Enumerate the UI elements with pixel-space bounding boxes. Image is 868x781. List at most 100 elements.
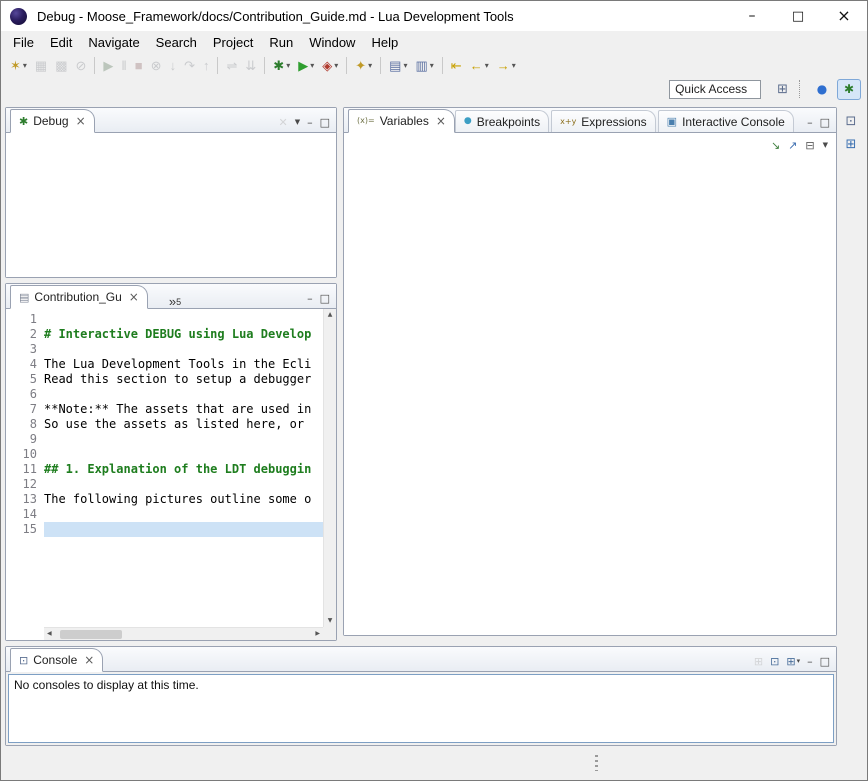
toolbar-separator bbox=[380, 57, 381, 74]
open-console-icon: ⊞ bbox=[786, 656, 795, 667]
dropdown-arrow-icon: ▾ bbox=[403, 61, 407, 70]
new-lua-snippet-button[interactable]: ▥▾ bbox=[411, 54, 437, 76]
run-button[interactable]: ▶▾ bbox=[294, 54, 318, 76]
console-content[interactable]: No consoles to display at this time. bbox=[8, 674, 834, 743]
tab-expressions[interactable]: x+y Expressions bbox=[551, 110, 656, 132]
show-logical-structures-button[interactable]: ↗ bbox=[788, 140, 797, 151]
tab-variables-label: Variables bbox=[380, 114, 429, 128]
tab-debug[interactable]: ✱ Debug × bbox=[10, 109, 95, 133]
editor-tab-overflow[interactable]: » 5 bbox=[164, 286, 186, 308]
maximize-view-button[interactable]: □ bbox=[320, 293, 330, 304]
right-minimized-strip: ⊡ ⊞ bbox=[836, 103, 866, 744]
save-all-button: ▩ bbox=[51, 54, 71, 76]
close-tab-icon[interactable]: × bbox=[84, 654, 94, 666]
open-wizard-button[interactable]: ✦▾ bbox=[351, 54, 376, 76]
resume-icon: ▶ bbox=[103, 59, 113, 72]
editor-code[interactable]: # Interactive DEBUG using Lua Develop Th… bbox=[44, 309, 323, 627]
variables-view-panel: (x)= Variables × ● Breakpoints x+y Expre… bbox=[343, 107, 837, 636]
debug-perspective-button[interactable]: ✱ bbox=[837, 79, 861, 100]
new-button[interactable]: ✶▾ bbox=[6, 54, 31, 76]
breakpoint-icon: ● bbox=[464, 117, 472, 126]
console-message: No consoles to display at this time. bbox=[9, 675, 833, 695]
variables-tabstrip: (x)= Variables × ● Breakpoints x+y Expre… bbox=[344, 108, 836, 133]
close-tab-icon[interactable]: × bbox=[436, 115, 446, 127]
close-tab-icon[interactable]: × bbox=[76, 115, 86, 127]
file-icon: ▤ bbox=[19, 292, 29, 303]
scroll-down-icon[interactable]: ▼ bbox=[328, 618, 333, 624]
close-tab-icon[interactable]: × bbox=[129, 291, 139, 303]
tab-console[interactable]: ⊡ Console × bbox=[10, 648, 103, 672]
menu-run[interactable]: Run bbox=[261, 33, 301, 52]
minimize-view-button[interactable]: – bbox=[807, 117, 813, 128]
minimize-view-button[interactable]: – bbox=[307, 117, 313, 128]
menu-help[interactable]: Help bbox=[363, 33, 406, 52]
step-over-icon: ↷ bbox=[184, 59, 195, 72]
main-toolbar: ✶▾▦▩⊘▶‖■⊗↓↷↑⇌⇊✱▾▶▾◈▾✦▾▤▾▥▾⇤←▾→▾ bbox=[1, 53, 867, 77]
editor-vertical-scrollbar[interactable]: ▲ ▼ bbox=[323, 309, 336, 627]
maximize-view-button[interactable]: □ bbox=[320, 117, 330, 128]
view-menu-button[interactable]: ▼ bbox=[823, 142, 828, 149]
scrollbar-thumb[interactable] bbox=[60, 630, 122, 639]
step-over-button: ↷ bbox=[180, 54, 199, 76]
quick-access-box[interactable]: Quick Access bbox=[669, 80, 761, 99]
open-console-button[interactable]: ⊞ ▾ bbox=[786, 656, 800, 667]
scroll-left-icon[interactable]: ◀ bbox=[47, 631, 52, 637]
minimize-view-button[interactable]: – bbox=[807, 656, 813, 667]
scroll-up-icon[interactable]: ▲ bbox=[328, 312, 333, 318]
collapse-all-button[interactable]: ⊟ bbox=[805, 140, 814, 151]
dropdown-arrow-icon: ▾ bbox=[368, 61, 372, 70]
forward-button[interactable]: →▾ bbox=[493, 54, 520, 76]
menu-file[interactable]: File bbox=[5, 33, 42, 52]
open-wizard-icon: ✦ bbox=[355, 59, 366, 72]
forward-icon: → bbox=[497, 59, 510, 72]
window-maximize-icon: □ bbox=[792, 10, 804, 23]
view-menu-button[interactable]: ▼ bbox=[295, 119, 300, 126]
window-close-icon: × bbox=[837, 8, 850, 24]
tab-contribution-guide[interactable]: ▤ Contribution_Gu × bbox=[10, 285, 148, 309]
remove-all-terminated-button: ✕ bbox=[278, 117, 287, 128]
editor-horizontal-scrollbar[interactable]: ◀ ▶ bbox=[44, 627, 323, 640]
disconnect-button: ⊗ bbox=[147, 54, 166, 76]
display-selected-console-button[interactable]: ⊡ bbox=[770, 656, 779, 667]
ldt-perspective-button[interactable]: ● bbox=[810, 79, 834, 100]
tab-debug-label: Debug bbox=[33, 114, 68, 128]
editor-gutter: 123456789101112131415 bbox=[6, 309, 44, 627]
menu-search[interactable]: Search bbox=[148, 33, 205, 52]
tab-breakpoints[interactable]: ● Breakpoints bbox=[455, 110, 549, 132]
line-number: 4 bbox=[6, 357, 37, 372]
tab-variables[interactable]: (x)= Variables × bbox=[348, 109, 455, 133]
scroll-right-icon[interactable]: ▶ bbox=[315, 631, 320, 637]
code-line bbox=[44, 432, 323, 447]
menu-project[interactable]: Project bbox=[205, 33, 261, 52]
open-perspective-button[interactable]: ⊞ bbox=[773, 78, 792, 100]
maximize-view-button[interactable]: □ bbox=[820, 117, 830, 128]
fast-view-button[interactable]: ⊞ bbox=[846, 138, 857, 151]
show-type-names-button[interactable]: ↘ bbox=[771, 140, 780, 151]
console-view-panel: ⊡ Console × ⊞ ⊡ ⊞ ▾ – □ No consoles to d… bbox=[5, 646, 837, 746]
close-window-button[interactable]: × bbox=[821, 1, 867, 31]
maximize-window-button[interactable]: □ bbox=[775, 1, 821, 31]
app-logo-icon bbox=[10, 8, 27, 25]
menu-navigate[interactable]: Navigate bbox=[80, 33, 147, 52]
last-edit-location-icon: ⇤ bbox=[451, 59, 462, 72]
external-tools-button[interactable]: ◈▾ bbox=[318, 54, 342, 76]
toolbar-separator bbox=[346, 57, 347, 74]
maximize-view-button[interactable]: □ bbox=[820, 656, 830, 667]
new-lua-file-button[interactable]: ▤▾ bbox=[385, 54, 411, 76]
restore-view-button[interactable]: ⊡ bbox=[846, 115, 857, 128]
menubar: File Edit Navigate Search Project Run Wi… bbox=[1, 31, 867, 53]
code-line: The Lua Development Tools in the Ecli bbox=[44, 357, 323, 372]
menu-edit[interactable]: Edit bbox=[42, 33, 80, 52]
skip-all-breakpoints-button: ⊘ bbox=[72, 54, 91, 76]
interactive-console-icon: ▣ bbox=[667, 116, 677, 127]
dropdown-arrow-icon: ▾ bbox=[23, 61, 27, 70]
tab-interactive-console[interactable]: ▣ Interactive Console bbox=[658, 110, 794, 132]
menu-window[interactable]: Window bbox=[301, 33, 363, 52]
debug-button[interactable]: ✱▾ bbox=[269, 54, 294, 76]
minimize-view-button[interactable]: – bbox=[307, 293, 313, 304]
last-edit-location-button[interactable]: ⇤ bbox=[447, 54, 466, 76]
drop-to-frame-icon: ⇊ bbox=[245, 59, 256, 72]
debug-view-icon: ✱ bbox=[19, 116, 28, 127]
minimize-window-button[interactable]: – bbox=[729, 1, 775, 31]
back-button[interactable]: ←▾ bbox=[466, 54, 493, 76]
